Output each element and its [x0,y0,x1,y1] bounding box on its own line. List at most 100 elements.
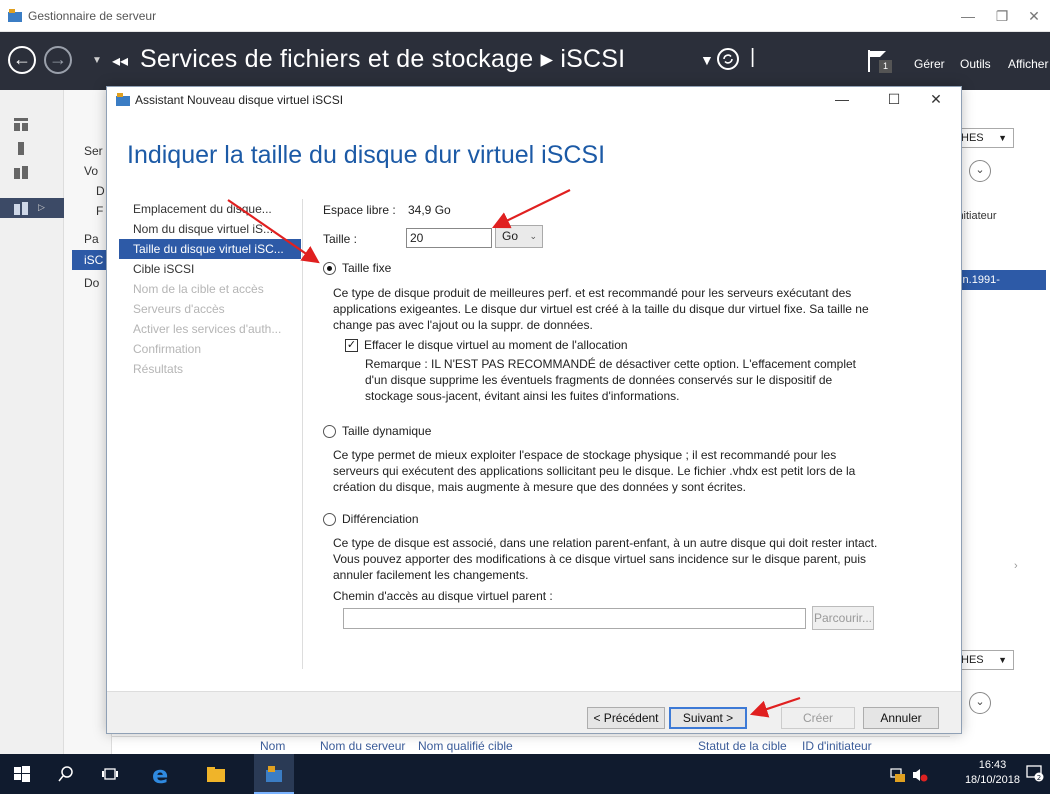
local-server-icon[interactable] [14,142,28,155]
fixed-size-description: Ce type de disque produit de meilleures … [333,286,869,332]
size-input[interactable]: 20 [406,228,492,248]
differencing-description: Ce type de disque est associé, dans une … [333,536,878,582]
internet-explorer-icon[interactable]: e [150,762,174,786]
notification-badge: 1 [879,60,892,73]
dynamic-size-description: Ce type permet de mieux exploiter l'espa… [333,448,856,494]
nav-item-volumes[interactable]: Vo [84,164,98,178]
wizard-step: Confirmation [133,342,202,356]
tasks-chevron-icon-2: ▼ [998,655,1007,665]
nav-item-work-folders[interactable]: Do [84,276,99,290]
notification-count: 2 [1037,774,1041,782]
dynamic-size-label[interactable]: Taille dynamique [342,424,431,438]
differencing-label[interactable]: Différenciation [342,512,419,526]
iqn-selected-row[interactable]: iqn.1991- [950,270,1046,290]
selected-row-highlight [0,198,64,218]
size-label: Taille : [323,232,358,246]
storage-nav-panel: Ser Vo D F Pa iSC Do [64,90,112,754]
erase-on-allocation-checkbox[interactable]: ✓ [345,339,358,352]
col-server-name[interactable]: Nom du serveur [320,739,405,753]
radio-dynamic-size[interactable] [323,425,336,438]
browse-button[interactable]: Parcourir... [812,606,874,630]
col-initiator-id[interactable]: ID d'initiateur [802,739,872,753]
steps-divider [302,199,303,669]
wizard-step: Résultats [133,362,184,376]
right-panel: HES ▼ ⌄ initiateur iqn.1991- › HES ▼ ⌄ [950,90,1050,754]
breadcrumb: Services de fichiers et de stockage ▸ iS… [140,45,626,73]
nav-item-pools[interactable]: F [96,204,103,218]
col-name[interactable]: Nom [260,739,285,753]
maximize-button[interactable]: ❐ [988,6,1016,26]
dashboard-icon[interactable] [14,118,28,131]
window-title: Gestionnaire de serveur [28,9,157,23]
clock-date: 18/10/2018 [964,774,1020,786]
refresh-icon[interactable] [716,47,740,71]
radio-differencing[interactable] [323,513,336,526]
size-unit-value: Go [502,229,519,243]
radio-fixed-size[interactable] [323,262,336,275]
fixed-size-label[interactable]: Taille fixe [342,261,391,275]
dropdown-icon[interactable]: ▼ [700,52,714,68]
erase-on-allocation-label[interactable]: Effacer le disque virtuel au moment de l… [364,338,628,352]
chevron-down-icon: ⌄ [529,231,537,241]
wizard-step[interactable]: Emplacement du disque... [119,199,301,219]
menu-manage[interactable]: Gérer [914,57,945,71]
wizard-step: Serveurs d'accès [133,302,225,316]
dialog-minimize-button[interactable]: — [827,89,857,109]
dialog-close-button[interactable]: ✕ [921,89,951,109]
tasks-dropdown[interactable]: HES ▼ [956,128,1014,148]
parent-path-label: Chemin d'accès au disque virtuel parent … [333,589,553,603]
wizard-step[interactable]: Taille du disque virtuel iSC... [119,239,301,259]
tasks-chevron-icon: ▼ [998,133,1007,143]
task-view-icon[interactable] [100,764,120,784]
menu-view[interactable]: Afficher [1008,57,1048,71]
tasks-dropdown-2[interactable]: HES ▼ [956,650,1014,670]
dialog-maximize-button[interactable]: ☐ [879,89,909,109]
nav-item-shares[interactable]: Pa [84,232,99,246]
back-button[interactable]: ← [8,46,36,74]
next-button[interactable]: Suivant > [669,707,747,729]
nav-item-servers[interactable]: Ser [84,144,103,158]
wizard-step[interactable]: Nom du disque virtuel iS... [119,219,301,239]
file-storage-icon[interactable] [14,202,28,215]
network-icon[interactable] [890,767,906,783]
clock[interactable]: 16:43 18/10/2018 [965,758,1020,788]
search-icon[interactable] [56,764,76,784]
expand-circle-icon[interactable]: ⌄ [969,160,991,182]
close-button[interactable]: ✕ [1020,6,1048,26]
free-space-value: 34,9 Go [408,203,451,217]
wizard-step[interactable]: Cible iSCSI [119,259,301,279]
history-dropdown-icon[interactable]: ▼ [92,55,102,66]
server-manager-icon [8,9,22,22]
col-target-status[interactable]: Statut de la cible [698,739,787,753]
previous-button[interactable]: < Précédent [587,707,665,729]
svg-text:e: e [152,762,168,786]
menu-tools[interactable]: Outils [960,57,991,71]
expand-circle-icon-2[interactable]: ⌄ [969,692,991,714]
volume-muted-icon[interactable] [912,767,928,783]
start-windows-icon[interactable] [12,764,32,784]
all-servers-icon[interactable] [14,166,28,179]
page-title: Indiquer la taille du disque dur virtuel… [127,141,606,169]
separator: | [750,46,756,68]
parent-path-input[interactable] [343,608,806,629]
cancel-button[interactable]: Annuler [863,707,939,729]
forward-button[interactable]: → [44,46,72,74]
size-unit-select[interactable]: Go ⌄ [495,225,543,248]
scroll-right-icon[interactable]: › [1014,560,1018,572]
tasks-label: HES [961,132,984,144]
server-manager-titlebar: Gestionnaire de serveur — ❐ ✕ [0,0,1050,32]
server-manager-taskbar-icon[interactable] [264,764,284,784]
expand-chevron-icon[interactable]: ▷ [38,202,45,213]
server-manager-header: ← → ▼ ◂◂ Services de fichiers et de stoc… [0,32,1050,90]
dialog-titlebar: Assistant Nouveau disque virtuel iSCSI —… [107,87,961,113]
minimize-button[interactable]: — [954,6,982,26]
file-explorer-icon[interactable] [206,764,226,784]
wizard-step: Nom de la cible et accès [133,282,264,296]
action-center-icon[interactable]: 2 [1026,764,1044,782]
create-button[interactable]: Créer [781,707,855,729]
free-space-label: Espace libre : [323,203,396,217]
breadcrumb-prefix-icon: ◂◂ [112,53,129,70]
nav-item-iscsi[interactable]: iSC [84,253,103,267]
nav-item-disks[interactable]: D [96,184,105,198]
col-target-iqn[interactable]: Nom qualifié cible [418,739,513,753]
